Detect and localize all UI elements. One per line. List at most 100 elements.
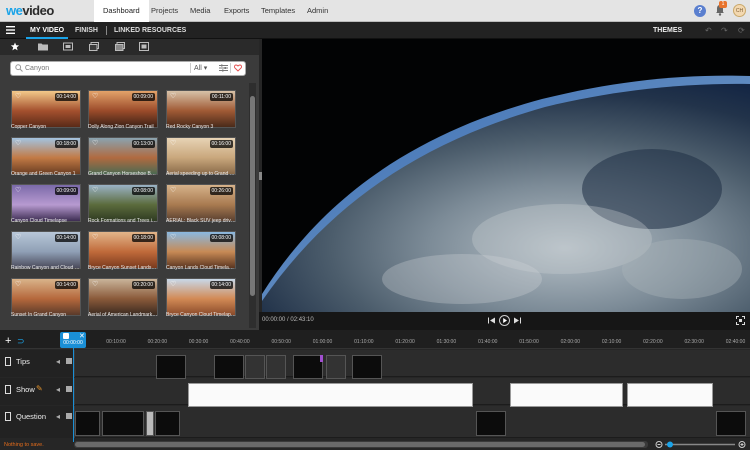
favorite-heart-icon[interactable]: ♡ — [170, 140, 176, 147]
heart-icon[interactable] — [234, 64, 242, 72]
search-input[interactable] — [25, 62, 175, 75]
favorite-heart-icon[interactable]: ♡ — [170, 281, 176, 288]
timeline-zoom-slider[interactable] — [655, 440, 747, 449]
nav-tab-admin[interactable]: Admin — [298, 0, 337, 22]
media-scrollbar-thumb[interactable] — [250, 96, 255, 296]
media-title: Canyon Lands Cloud Timelapse — [166, 265, 236, 271]
media-duration: 00:09:00 — [54, 187, 78, 195]
hamburger-menu-icon[interactable] — [6, 26, 15, 34]
track-lock-icon[interactable] — [5, 357, 11, 366]
media-thumbnail[interactable]: ♡ 00:14:00 — [11, 90, 81, 128]
timeline-clip[interactable] — [146, 411, 154, 436]
timeline-clip[interactable] — [352, 355, 382, 379]
timeline-clip[interactable] — [188, 383, 473, 407]
pencil-icon[interactable]: ✎ — [36, 384, 43, 393]
timeline-clip[interactable] — [156, 355, 186, 379]
media-thumbnail[interactable]: ♡ 00:26:00 — [166, 184, 236, 222]
timeline-clip[interactable] — [245, 355, 265, 379]
tab-my-video[interactable]: MY VIDEO — [26, 22, 69, 39]
media-thumbnail[interactable]: ♡ 00:20:00 — [88, 278, 158, 316]
favorite-heart-icon[interactable]: ♡ — [170, 234, 176, 241]
tab-linked-resources[interactable]: LINKED RESOURCES — [114, 22, 186, 39]
favorite-heart-icon[interactable]: ♡ — [92, 140, 98, 147]
track-name-tips[interactable]: Tips — [16, 357, 30, 366]
favorite-heart-icon[interactable]: ♡ — [15, 93, 21, 100]
media-thumbnail[interactable]: ♡ 00:16:00 — [166, 137, 236, 175]
fullscreen-icon[interactable] — [736, 316, 745, 325]
media-thumbnail[interactable]: ♡ 00:14:00 — [11, 278, 81, 316]
favorite-heart-icon[interactable]: ♡ — [15, 187, 21, 194]
star-icon[interactable] — [10, 42, 20, 51]
undo-icon[interactable]: ↶ — [705, 26, 714, 35]
audio-media-icon[interactable] — [115, 42, 125, 51]
favorite-heart-icon[interactable]: ♡ — [92, 234, 98, 241]
tab-finish[interactable]: FINISH — [75, 22, 98, 39]
redo-icon[interactable]: ↷ — [721, 26, 730, 35]
track-name-show[interactable]: Show — [16, 385, 35, 394]
track-name-question[interactable]: Question — [16, 412, 46, 421]
playhead-close-icon[interactable]: ✕ — [79, 332, 85, 340]
media-title: Bryce Canyon Sunset Landscape — [88, 265, 158, 271]
track-menu-icon[interactable] — [66, 413, 72, 419]
add-track-icon[interactable]: + — [5, 336, 11, 347]
media-thumbnail[interactable]: ♡ 00:14:00 — [11, 231, 81, 269]
filter-dropdown[interactable]: All ▾ — [194, 64, 207, 72]
favorite-heart-icon[interactable]: ♡ — [15, 234, 21, 241]
media-thumbnail[interactable]: ♡ 00:08:00 — [166, 231, 236, 269]
skip-forward-icon[interactable] — [513, 316, 522, 325]
timeline-clip[interactable] — [716, 411, 746, 436]
timeline-tick-label: 00:10:00 — [106, 339, 126, 345]
track-audio-icon[interactable]: ◂ — [56, 385, 60, 394]
timeline-clip[interactable] — [326, 355, 346, 379]
media-thumbnail[interactable]: ♡ 00:09:00 — [88, 90, 158, 128]
magnet-icon[interactable]: ⊃ — [17, 336, 25, 346]
timeline-clip[interactable] — [627, 383, 713, 407]
avatar[interactable]: CH — [733, 4, 746, 17]
favorite-heart-icon[interactable]: ♡ — [92, 187, 98, 194]
timeline-clip[interactable] — [75, 411, 100, 436]
text-media-icon[interactable] — [139, 42, 149, 51]
favorite-heart-icon[interactable]: ♡ — [15, 140, 21, 147]
track-audio-icon[interactable]: ◂ — [56, 412, 60, 421]
media-thumbnail[interactable]: ♡ 00:08:00 — [88, 184, 158, 222]
refresh-icon[interactable]: ⟳ — [738, 26, 747, 35]
help-icon[interactable]: ? — [694, 5, 706, 17]
favorite-heart-icon[interactable]: ♡ — [170, 93, 176, 100]
skip-back-icon[interactable] — [487, 316, 496, 325]
media-thumbnail[interactable]: ♡ 00:11:00 — [166, 90, 236, 128]
media-thumbnail[interactable]: ♡ 00:09:00 — [11, 184, 81, 222]
timeline-clip[interactable] — [266, 355, 286, 379]
nav-tab-dashboard[interactable]: Dashboard — [94, 0, 149, 22]
track-lock-icon[interactable] — [5, 385, 11, 394]
track-audio-icon[interactable]: ◂ — [56, 357, 60, 366]
media-thumbnail[interactable]: ♡ 00:14:00 — [166, 278, 236, 316]
themes-button[interactable]: THEMES — [653, 22, 682, 39]
favorite-heart-icon[interactable]: ♡ — [170, 187, 176, 194]
media-thumbnail[interactable]: ♡ 00:18:00 — [11, 137, 81, 175]
favorite-heart-icon[interactable]: ♡ — [92, 93, 98, 100]
video-preview[interactable] — [262, 39, 750, 312]
folder-icon[interactable] — [38, 42, 48, 51]
sliders-icon[interactable] — [219, 64, 228, 72]
timeline-clip[interactable] — [476, 411, 506, 436]
timeline-scrollbar-thumb[interactable] — [75, 442, 645, 447]
wevideo-logo[interactable]: wevideo — [6, 3, 54, 18]
timeline-clip[interactable] — [155, 411, 180, 436]
timeline-clip[interactable] — [214, 355, 244, 379]
favorite-heart-icon[interactable]: ♡ — [15, 281, 21, 288]
image-media-icon[interactable] — [89, 42, 99, 51]
favorite-heart-icon[interactable]: ♡ — [92, 281, 98, 288]
timeline-clip[interactable] — [293, 355, 323, 379]
track-menu-icon[interactable] — [66, 386, 72, 392]
nav-tab-templates[interactable]: Templates — [252, 0, 304, 22]
play-button[interactable] — [499, 315, 510, 326]
timeline-clip[interactable] — [102, 411, 144, 436]
media-thumbnail[interactable]: ♡ 00:18:00 — [88, 231, 158, 269]
track-menu-icon[interactable] — [66, 358, 72, 364]
track-lock-icon[interactable] — [5, 412, 11, 421]
nav-tab-media[interactable]: Media — [181, 0, 219, 22]
timeline-clip[interactable] — [510, 383, 623, 407]
media-duration: 00:11:00 — [209, 93, 233, 101]
media-thumbnail[interactable]: ♡ 00:13:00 — [88, 137, 158, 175]
video-media-icon[interactable] — [63, 42, 73, 51]
